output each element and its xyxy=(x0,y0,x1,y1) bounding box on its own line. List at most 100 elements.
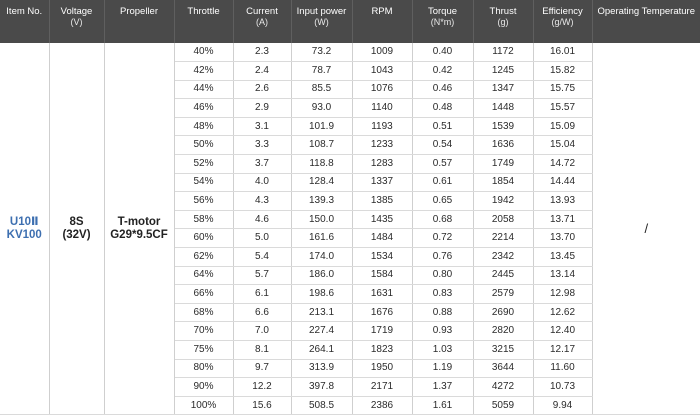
header-row: Item No. Voltage (V) Propeller Throttle Curre… xyxy=(0,0,700,43)
torque-cell: 0.76 xyxy=(412,247,474,267)
throttle-cell: 52% xyxy=(174,154,234,174)
throttle-cell: 75% xyxy=(174,340,234,360)
torque-cell: 0.54 xyxy=(412,135,474,156)
rpm-cell: 1193 xyxy=(352,117,413,137)
current-cell: 5.7 xyxy=(233,266,292,286)
efficiency-cell: 15.09 xyxy=(533,117,593,137)
current-cell: 2.4 xyxy=(233,61,292,81)
power-cell: 73.2 xyxy=(291,43,353,63)
efficiency-cell: 14.44 xyxy=(533,173,593,193)
header-operating-temperature: Operating Temperature xyxy=(592,0,700,43)
rpm-cell: 1076 xyxy=(352,80,413,100)
power-cell: 213.1 xyxy=(291,303,353,323)
operating-temperature-cell: / xyxy=(592,43,700,416)
thrust-cell: 2342 xyxy=(473,247,534,267)
efficiency-cell: 12.40 xyxy=(533,321,593,341)
rpm-cell: 1484 xyxy=(352,228,413,249)
thrust-cell: 1942 xyxy=(473,191,534,211)
rpm-cell: 1823 xyxy=(352,340,413,360)
header-thrust: Thrust (g) xyxy=(473,0,534,43)
throttle-cell: 64% xyxy=(174,266,234,286)
power-cell: 264.1 xyxy=(291,340,353,360)
throttle-cell: 80% xyxy=(174,359,234,379)
rpm-cell: 1676 xyxy=(352,303,413,323)
torque-cell: 1.19 xyxy=(412,359,474,379)
thrust-cell: 2820 xyxy=(473,321,534,341)
torque-cell: 0.46 xyxy=(412,80,474,100)
throttle-cell: 40% xyxy=(174,43,234,63)
torque-cell: 0.65 xyxy=(412,191,474,211)
propeller-cell: T-motor G29*9.5CF xyxy=(104,43,175,416)
power-cell: 118.8 xyxy=(291,154,353,174)
current-cell: 4.3 xyxy=(233,191,292,211)
throttle-cell: 48% xyxy=(174,117,234,137)
power-cell: 78.7 xyxy=(291,61,353,81)
torque-cell: 0.51 xyxy=(412,117,474,137)
header-rpm: RPM xyxy=(352,0,413,43)
header-label: Input power xyxy=(296,6,347,17)
header-unit: (W) xyxy=(314,17,329,27)
torque-cell: 0.93 xyxy=(412,321,474,341)
table-body: U10Ⅱ KV100 8S (32V) T-motor G29*9.5CF 40% 2.3 73… xyxy=(0,43,700,416)
thrust-cell: 1539 xyxy=(473,117,534,137)
power-cell: 128.4 xyxy=(291,173,353,193)
throttle-cell: 70% xyxy=(174,321,234,341)
item-number-cell: U10Ⅱ KV100 xyxy=(0,43,50,416)
power-cell: 313.9 xyxy=(291,359,353,379)
efficiency-cell: 15.82 xyxy=(533,61,593,81)
item-number-cell-line2: KV100 xyxy=(6,228,42,241)
header-torque: Torque (N*m) xyxy=(412,0,474,43)
torque-cell: 0.57 xyxy=(412,154,474,174)
torque-cell: 0.48 xyxy=(412,98,474,118)
current-cell: 2.6 xyxy=(233,80,292,100)
current-cell: 3.1 xyxy=(233,117,292,137)
rpm-cell: 2171 xyxy=(352,377,413,397)
efficiency-cell: 13.93 xyxy=(533,191,593,211)
rpm-cell: 1719 xyxy=(352,321,413,341)
voltage-cell: 8S (32V) xyxy=(49,43,105,416)
current-cell: 2.9 xyxy=(233,98,292,118)
header-label: Voltage xyxy=(60,6,93,17)
header-voltage: Voltage (V) xyxy=(49,0,105,43)
throttle-cell: 44% xyxy=(174,80,234,100)
efficiency-cell: 16.01 xyxy=(533,43,593,63)
header-unit: (V) xyxy=(70,17,83,27)
rpm-cell: 1584 xyxy=(352,266,413,286)
current-cell: 4.0 xyxy=(233,173,292,193)
header-label: Current xyxy=(246,6,278,17)
efficiency-cell: 15.75 xyxy=(533,80,593,100)
throttle-cell: 90% xyxy=(174,377,234,397)
header-label: Efficiency xyxy=(542,6,583,17)
current-cell: 12.2 xyxy=(233,377,292,397)
thrust-cell: 5059 xyxy=(473,396,534,416)
header-item-no: Item No. xyxy=(0,0,50,43)
thrust-cell: 2445 xyxy=(473,266,534,286)
torque-cell: 0.40 xyxy=(412,43,474,63)
throttle-cell: 54% xyxy=(174,173,234,193)
header-label: Torque xyxy=(427,6,458,17)
throttle-cell: 66% xyxy=(174,284,234,304)
current-cell: 5.4 xyxy=(233,247,292,267)
header-current: Current (A) xyxy=(233,0,292,43)
rpm-cell: 1140 xyxy=(352,98,413,118)
efficiency-cell: 13.14 xyxy=(533,266,593,286)
header-input-power: Input power (W) xyxy=(291,0,353,43)
thrust-cell: 1172 xyxy=(473,43,534,63)
efficiency-cell: 12.62 xyxy=(533,303,593,323)
thrust-cell: 1854 xyxy=(473,173,534,193)
header-unit: (g/W) xyxy=(551,17,574,27)
voltage-cell-line2: (32V) xyxy=(62,228,91,241)
torque-cell: 0.42 xyxy=(412,61,474,81)
efficiency-cell: 11.60 xyxy=(533,359,593,379)
rpm-cell: 1385 xyxy=(352,191,413,211)
thrust-cell: 3644 xyxy=(473,359,534,379)
rpm-cell: 1950 xyxy=(352,359,413,379)
power-cell: 150.0 xyxy=(291,210,353,230)
rpm-cell: 1534 xyxy=(352,247,413,267)
thrust-cell: 1448 xyxy=(473,98,534,118)
power-cell: 198.6 xyxy=(291,284,353,304)
thrust-cell: 1636 xyxy=(473,135,534,156)
thrust-cell: 1347 xyxy=(473,80,534,100)
power-cell: 508.5 xyxy=(291,396,353,416)
header-efficiency: Efficiency (g/W) xyxy=(533,0,593,43)
